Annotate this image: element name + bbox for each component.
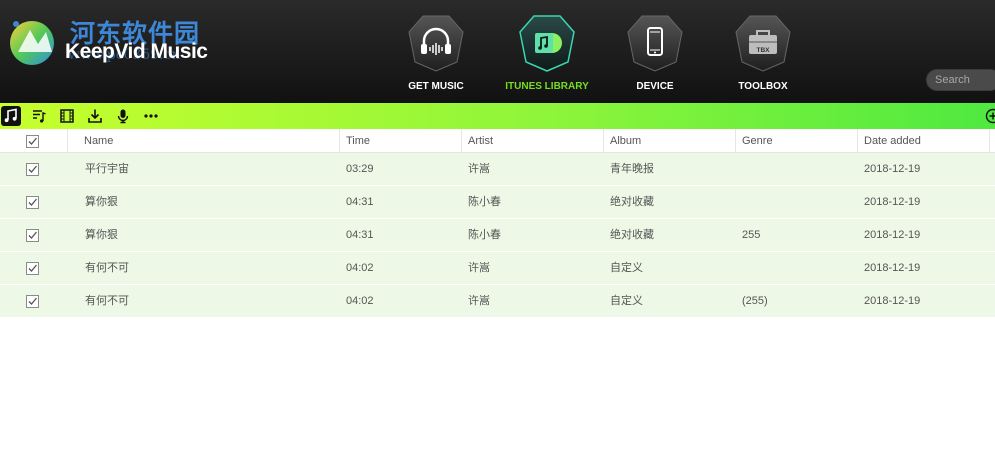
- download-icon: [88, 109, 102, 123]
- music-note-icon: [4, 108, 17, 123]
- cell-date-added: 2018-12-19: [864, 229, 921, 241]
- column-header-time[interactable]: Time: [340, 129, 462, 153]
- nav-device[interactable]: DEVICE: [620, 14, 690, 98]
- microphone-icon: [117, 109, 129, 124]
- row-checkbox[interactable]: [26, 163, 39, 176]
- add-circle-icon[interactable]: [985, 108, 995, 124]
- playlist-tab-button[interactable]: [29, 106, 49, 126]
- row-checkbox[interactable]: [26, 262, 39, 275]
- cell-artist: 许嵩: [468, 295, 490, 307]
- cell-date-added: 2018-12-19: [864, 196, 921, 208]
- cell-date-added: 2018-12-19: [864, 163, 921, 175]
- cell-date-added: 2018-12-19: [864, 295, 921, 307]
- nav-get-music[interactable]: GET MUSIC: [401, 14, 471, 98]
- table-row[interactable]: 有何不可 04:02 许嵩 自定义 2018-12-19: [0, 252, 995, 285]
- cell-time: 03:29: [346, 163, 374, 175]
- cell-name: 平行宇宙: [85, 163, 129, 175]
- keepvid-music-window: 河东软件园 www.pc0359.cn KeepVid Music GET MU…: [0, 0, 995, 475]
- download-tab-button[interactable]: [85, 106, 105, 126]
- cell-album: 自定义: [610, 295, 643, 307]
- table-body: 平行宇宙 03:29 许嵩 青年晚报 2018-12-19 算你狠 04:31 陈小春 绝对收藏…: [0, 153, 995, 318]
- cell-album: 青年晚报: [610, 163, 654, 175]
- column-header-genre[interactable]: Genre: [736, 129, 858, 153]
- music-tab-button[interactable]: [1, 106, 21, 126]
- select-all-header: [0, 129, 68, 153]
- row-checkbox[interactable]: [26, 229, 39, 242]
- column-header-name[interactable]: Name: [78, 129, 340, 153]
- more-icon: [144, 114, 158, 118]
- table-row[interactable]: 算你狠 04:31 陈小春 绝对收藏 2018-12-19: [0, 186, 995, 219]
- select-all-checkbox[interactable]: [26, 135, 39, 148]
- header-bar: 河东软件园 www.pc0359.cn KeepVid Music GET MU…: [0, 0, 995, 103]
- nav-toolbox[interactable]: TBX TOOLBOX: [728, 14, 798, 98]
- column-header-date-added[interactable]: Date added: [858, 129, 990, 153]
- cell-artist: 许嵩: [468, 163, 490, 175]
- playlist-icon: [33, 110, 46, 123]
- more-button[interactable]: [141, 106, 161, 126]
- table-row[interactable]: 有何不可 04:02 许嵩 自定义 (255) 2018-12-19: [0, 285, 995, 318]
- phone-icon: [627, 15, 683, 72]
- cell-name: 有何不可: [85, 295, 129, 307]
- video-tab-button[interactable]: [57, 106, 77, 126]
- nav-label: ITUNES LIBRARY: [505, 81, 589, 92]
- cell-artist: 陈小春: [468, 196, 501, 208]
- nav-label: DEVICE: [636, 81, 674, 92]
- table-row[interactable]: 算你狠 04:31 陈小春 绝对收藏 255 2018-12-19: [0, 219, 995, 252]
- logo-mark-icon: [10, 21, 54, 65]
- row-checkbox[interactable]: [26, 196, 39, 209]
- headphones-icon: [408, 15, 464, 72]
- toolbox-icon: TBX: [735, 15, 791, 72]
- nav-itunes-library[interactable]: ITUNES LIBRARY: [505, 14, 589, 98]
- video-icon: [60, 109, 74, 123]
- cell-album: 绝对收藏: [610, 229, 654, 241]
- cell-time: 04:02: [346, 295, 374, 307]
- category-toolbar: [0, 103, 995, 129]
- nav-label: GET MUSIC: [408, 81, 464, 92]
- table-row[interactable]: 平行宇宙 03:29 许嵩 青年晚报 2018-12-19: [0, 153, 995, 186]
- cell-album: 绝对收藏: [610, 196, 654, 208]
- cell-album: 自定义: [610, 262, 643, 274]
- itunes-library-icon: [519, 15, 575, 72]
- cell-genre: 255: [742, 229, 761, 241]
- cell-name: 算你狠: [85, 196, 118, 208]
- cell-time: 04:31: [346, 196, 374, 208]
- search-input[interactable]: [926, 69, 995, 91]
- column-header-album[interactable]: Album: [604, 129, 736, 153]
- cell-time: 04:02: [346, 262, 374, 274]
- record-tab-button[interactable]: [113, 106, 133, 126]
- cell-artist: 许嵩: [468, 262, 490, 274]
- track-table: Name Time Artist Album Genre Date added …: [0, 129, 995, 318]
- cell-artist: 陈小春: [468, 229, 501, 241]
- row-checkbox[interactable]: [26, 295, 39, 308]
- logo-app-name: KeepVid Music: [65, 40, 208, 63]
- cell-time: 04:31: [346, 229, 374, 241]
- cell-date-added: 2018-12-19: [864, 262, 921, 274]
- column-header-artist[interactable]: Artist: [462, 129, 604, 153]
- cell-genre: (255): [742, 295, 768, 307]
- cell-name: 算你狠: [85, 229, 118, 241]
- table-header: Name Time Artist Album Genre Date added: [0, 129, 995, 153]
- toolbox-badge-text: TBX: [757, 47, 771, 54]
- cell-name: 有何不可: [85, 262, 129, 274]
- app-logo: 河东软件园 www.pc0359.cn KeepVid Music: [8, 14, 223, 70]
- nav-label: TOOLBOX: [738, 81, 788, 92]
